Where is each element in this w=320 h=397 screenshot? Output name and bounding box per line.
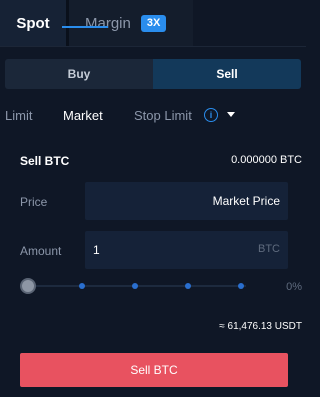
sell-btc-button-label: Sell BTC	[130, 363, 178, 377]
amount-unit: BTC	[258, 243, 280, 255]
buy-sell-toggle: Buy Sell	[5, 59, 301, 89]
slider-step-100[interactable]	[238, 283, 244, 289]
active-tab-underline	[62, 26, 108, 28]
tab-spot-label: Spot	[16, 14, 50, 32]
tab-margin[interactable]: Margin 3X	[69, 0, 193, 46]
tab-spot[interactable]: Spot	[0, 0, 66, 46]
amount-field[interactable]: BTC	[85, 231, 288, 269]
caret-down-icon[interactable]	[227, 112, 235, 117]
slider-step-25[interactable]	[79, 283, 85, 289]
amount-input[interactable]	[93, 242, 233, 258]
header-divider	[0, 46, 306, 47]
slider-percent-value: 0%	[286, 281, 302, 293]
price-label: Price	[20, 195, 48, 209]
sell-toggle-button[interactable]: Sell	[153, 59, 301, 89]
tab-limit[interactable]: Limit	[5, 108, 32, 123]
form-title: Sell BTC	[20, 154, 70, 168]
tab-market[interactable]: Market	[63, 108, 103, 123]
available-balance: 0.000000 BTC	[231, 154, 302, 166]
amount-label: Amount	[20, 244, 62, 258]
buy-toggle-label: Buy	[67, 67, 91, 81]
slider-handle[interactable]	[20, 278, 36, 294]
slider-step-50[interactable]	[132, 283, 138, 289]
leverage-badge: 3X	[140, 14, 167, 32]
amount-percent-slider[interactable]	[20, 278, 246, 294]
price-value: Market Price	[212, 194, 280, 208]
top-tab-bar: Spot Margin 3X	[0, 0, 306, 46]
order-type-tabs: Limit Market Stop Limit i	[0, 104, 306, 130]
slider-step-75[interactable]	[185, 283, 191, 289]
buy-toggle-button[interactable]: Buy	[5, 59, 153, 89]
sell-toggle-label: Sell	[216, 67, 238, 81]
tab-margin-label: Margin	[85, 14, 131, 32]
tab-stop-limit[interactable]: Stop Limit	[134, 108, 192, 123]
sell-btc-button[interactable]: Sell BTC	[20, 353, 288, 387]
estimated-total: ≈ 61,476.13 USDT	[219, 321, 302, 332]
price-field: Market Price	[85, 182, 288, 220]
info-icon[interactable]: i	[204, 108, 218, 122]
